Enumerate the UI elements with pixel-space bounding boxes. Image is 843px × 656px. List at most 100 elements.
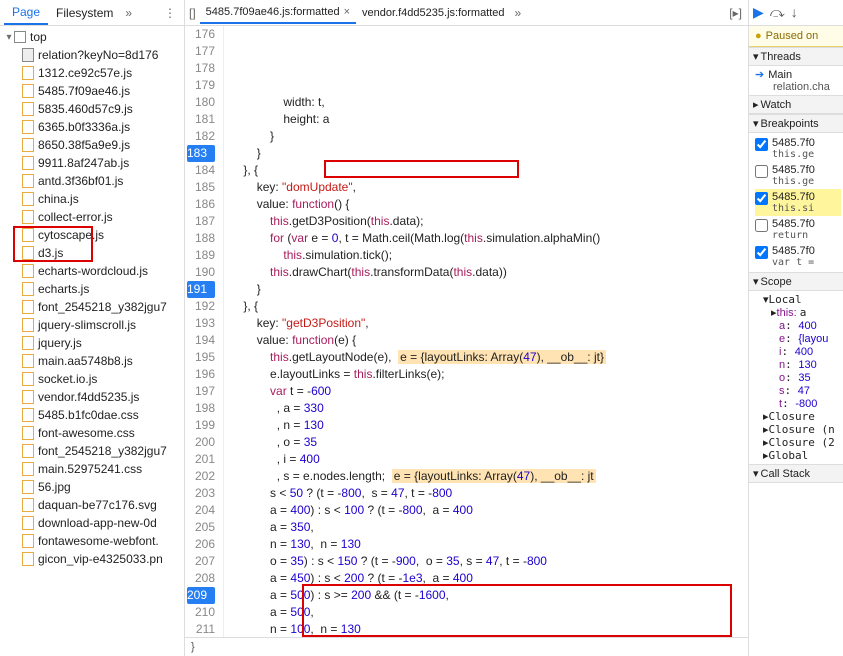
code-line[interactable]: n = 100, n = 130 xyxy=(230,621,748,637)
scope-header[interactable]: Scope xyxy=(749,272,843,291)
tab-page[interactable]: Page xyxy=(4,1,48,25)
code-line[interactable]: s < 50 ? (t = -800, s = 47, t = -800 xyxy=(230,485,748,502)
line-number[interactable]: 206 xyxy=(191,536,215,553)
disclosure-icon[interactable] xyxy=(4,32,14,43)
code-line[interactable]: , s = e.nodes.length; e = {layoutLinks: … xyxy=(230,468,748,485)
code-line[interactable]: , o = 35 xyxy=(230,434,748,451)
code-line[interactable]: a = 350, xyxy=(230,519,748,536)
line-number[interactable]: 190 xyxy=(191,264,215,281)
scope-local[interactable]: Local xyxy=(755,293,841,306)
editor-tab-1[interactable]: vendor.f4dd5235.js:formatted xyxy=(356,3,510,23)
breakpoint-row[interactable]: 5485.7f0this.si xyxy=(755,189,841,216)
code-line[interactable]: , i = 400 xyxy=(230,451,748,468)
line-number[interactable]: 193 xyxy=(191,315,215,332)
scope-var[interactable]: i: 400 xyxy=(755,345,841,358)
bp-checkbox[interactable] xyxy=(755,192,768,205)
code-line[interactable]: a = 500) : s >= 200 && (t = -1600, xyxy=(230,587,748,604)
code-line[interactable]: this.getLayoutNode(e), e = {layoutLinks:… xyxy=(230,349,748,366)
code-line[interactable]: e.layoutLinks = this.filterLinks(e); xyxy=(230,366,748,383)
line-number[interactable]: 199 xyxy=(191,417,215,434)
line-number[interactable]: 198 xyxy=(191,400,215,417)
tree-file[interactable]: font_2545218_y382jgu7 xyxy=(0,442,184,460)
tree-file[interactable]: jquery.js xyxy=(0,334,184,352)
line-number[interactable]: 181 xyxy=(191,111,215,128)
scope-closure[interactable]: Closure (2 xyxy=(755,436,841,449)
scope-var[interactable]: e: {layou xyxy=(755,332,841,345)
tab-filesystem[interactable]: Filesystem xyxy=(48,2,121,24)
tree-file[interactable]: 5485.7f09ae46.js xyxy=(0,82,184,100)
step-into-icon[interactable]: ↓ xyxy=(791,4,798,21)
tree-file[interactable]: main.aa5748b8.js xyxy=(0,352,184,370)
code-line[interactable]: this.getD3Position(this.data); xyxy=(230,213,748,230)
bp-checkbox[interactable] xyxy=(755,165,768,178)
code-line[interactable]: } xyxy=(230,128,748,145)
line-number[interactable]: 204 xyxy=(191,502,215,519)
tree-file[interactable]: cytoscape.js xyxy=(0,226,184,244)
line-number[interactable]: 189 xyxy=(191,247,215,264)
thread-main[interactable]: Main xyxy=(768,69,792,81)
tree-file[interactable]: 56.jpg xyxy=(0,478,184,496)
file-tree[interactable]: top relation?keyNo=8d1761312.ce92c57e.js… xyxy=(0,26,184,656)
scope-var[interactable]: a: 400 xyxy=(755,319,841,332)
code-line[interactable]: a = 450) : s < 200 ? (t = -1e3, a = 400 xyxy=(230,570,748,587)
sidebar-menu-icon[interactable]: ⋮ xyxy=(160,6,180,20)
code-line[interactable]: for (var e = 0, t = Math.ceil(Math.log(t… xyxy=(230,230,748,247)
scope-this[interactable]: this: a xyxy=(755,306,841,319)
code-editor[interactable]: 1761771781791801811821831841851861871881… xyxy=(185,26,748,637)
code-line[interactable]: key: "domUpdate", xyxy=(230,179,748,196)
tree-file[interactable]: 9911.8af247ab.js xyxy=(0,154,184,172)
line-number[interactable]: 200 xyxy=(191,434,215,451)
line-number[interactable]: 202 xyxy=(191,468,215,485)
tree-file[interactable]: download-app-new-0d xyxy=(0,514,184,532)
editor-tab-0[interactable]: 5485.7f09ae46.js:formatted × xyxy=(200,2,356,24)
code-line[interactable]: }, { xyxy=(230,298,748,315)
line-number[interactable]: 207 xyxy=(191,553,215,570)
scope-var[interactable]: o: 35 xyxy=(755,371,841,384)
tree-file[interactable]: china.js xyxy=(0,190,184,208)
code-line[interactable]: , n = 130 xyxy=(230,417,748,434)
code-line[interactable]: key: "getD3Position", xyxy=(230,315,748,332)
scope-global[interactable]: Global xyxy=(755,449,841,462)
tree-top[interactable]: top xyxy=(0,28,184,46)
code-line[interactable]: } xyxy=(230,145,748,162)
tabs-overflow-icon[interactable]: » xyxy=(125,6,132,20)
tree-file[interactable]: antd.3f36bf01.js xyxy=(0,172,184,190)
code-content[interactable]: width: t, height: a } } }, { key: "domUp… xyxy=(224,26,748,637)
line-number[interactable]: 201 xyxy=(191,451,215,468)
breakpoint-row[interactable]: 5485.7f0return xyxy=(755,216,841,243)
step-over-icon[interactable]: ⤼ xyxy=(770,4,785,21)
line-number[interactable]: 205 xyxy=(191,519,215,536)
line-number[interactable]: 209 xyxy=(187,587,215,604)
line-number[interactable]: 196 xyxy=(191,366,215,383)
tree-file[interactable]: 5835.460d57c9.js xyxy=(0,100,184,118)
code-line[interactable]: , a = 330 xyxy=(230,400,748,417)
code-line[interactable]: width: t, xyxy=(230,94,748,111)
scope-closure[interactable]: Closure (n xyxy=(755,423,841,436)
code-line[interactable]: var t = -600 xyxy=(230,383,748,400)
code-line[interactable]: a = 400) : s < 100 ? (t = -800, a = 400 xyxy=(230,502,748,519)
tree-file[interactable]: echarts.js xyxy=(0,280,184,298)
tree-file[interactable]: collect-error.js xyxy=(0,208,184,226)
scope-var[interactable]: s: 47 xyxy=(755,384,841,397)
tree-file[interactable]: daquan-be77c176.svg xyxy=(0,496,184,514)
tree-file[interactable]: gicon_vip-e4325033.pn xyxy=(0,550,184,568)
tabs-more-icon[interactable]: » xyxy=(515,6,522,20)
line-number[interactable]: 197 xyxy=(191,383,215,400)
tree-file[interactable]: font-awesome.css xyxy=(0,424,184,442)
code-line[interactable]: this.drawChart(this.transformData(this.d… xyxy=(230,264,748,281)
code-line[interactable]: value: function() { xyxy=(230,196,748,213)
tree-file[interactable]: echarts-wordcloud.js xyxy=(0,262,184,280)
watch-header[interactable]: Watch xyxy=(749,95,843,114)
scope-var[interactable]: n: 130 xyxy=(755,358,841,371)
tree-file[interactable]: jquery-slimscroll.js xyxy=(0,316,184,334)
code-line[interactable]: }, { xyxy=(230,162,748,179)
code-line[interactable]: value: function(e) { xyxy=(230,332,748,349)
tree-file[interactable]: 5485.b1fc0dae.css xyxy=(0,406,184,424)
line-number[interactable]: 184 xyxy=(191,162,215,179)
line-number[interactable]: 176 xyxy=(191,26,215,43)
tree-file[interactable]: font_2545218_y382jgu7 xyxy=(0,298,184,316)
code-line[interactable]: this.simulation.tick(); xyxy=(230,247,748,264)
line-number[interactable]: 178 xyxy=(191,60,215,77)
code-line[interactable]: o = 35) : s < 150 ? (t = -900, o = 35, s… xyxy=(230,553,748,570)
breakpoint-row[interactable]: 5485.7f0this.ge xyxy=(755,135,841,162)
